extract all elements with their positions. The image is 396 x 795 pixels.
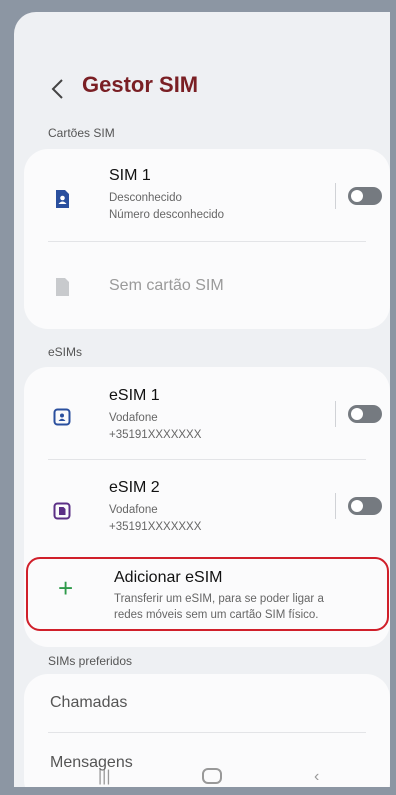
divider bbox=[48, 732, 366, 733]
recent-apps-icon[interactable]: ||| bbox=[98, 768, 110, 786]
esim-icon bbox=[53, 408, 71, 426]
esim2-number: +35191XXXXXXX bbox=[109, 521, 202, 533]
no-sim-row: Sem cartão SIM bbox=[24, 241, 390, 329]
sim-card-icon bbox=[56, 190, 69, 208]
section-label-preferred: SIMs preferidos bbox=[48, 654, 133, 668]
toggle-separator bbox=[335, 493, 336, 519]
sim1-toggle[interactable] bbox=[348, 187, 382, 205]
app-header: Gestor SIM bbox=[14, 70, 390, 110]
esim2-row[interactable]: eSIM 2 Vodafone +35191XXXXXXX bbox=[24, 459, 390, 551]
esim1-toggle[interactable] bbox=[348, 405, 382, 423]
toggle-separator bbox=[335, 183, 336, 209]
esim1-row[interactable]: eSIM 1 Vodafone +35191XXXXXXX bbox=[24, 367, 390, 459]
add-esim-button[interactable]: + Adicionar eSIM Transferir um eSIM, par… bbox=[26, 557, 389, 631]
add-esim-description-line1: Transferir um eSIM, para se poder ligar … bbox=[114, 593, 324, 605]
toggle-separator bbox=[335, 401, 336, 427]
sim1-row[interactable]: SIM 1 Desconhecido Número desconhecido bbox=[24, 149, 390, 241]
no-sim-label: Sem cartão SIM bbox=[109, 277, 224, 294]
esim2-carrier: Vodafone bbox=[109, 504, 158, 516]
add-esim-description-line2: redes móveis sem um cartão SIM físico. bbox=[114, 609, 319, 621]
sim-cards-card: SIM 1 Desconhecido Número desconhecido S… bbox=[24, 149, 390, 329]
calls-label: Chamadas bbox=[50, 694, 128, 711]
calls-row[interactable]: Chamadas bbox=[24, 674, 390, 734]
section-label-sim-cards: Cartões SIM bbox=[48, 126, 115, 140]
back-arrow-icon[interactable] bbox=[46, 74, 70, 104]
esim-icon bbox=[53, 502, 71, 520]
back-nav-icon[interactable]: ‹ bbox=[314, 768, 319, 786]
page-title: Gestor SIM bbox=[82, 72, 199, 97]
add-esim-title: Adicionar eSIM bbox=[114, 569, 223, 586]
sim1-title: SIM 1 bbox=[109, 167, 151, 184]
sim-card-disabled-icon bbox=[56, 278, 69, 296]
esim1-title: eSIM 1 bbox=[109, 387, 160, 404]
sim1-status: Desconhecido bbox=[109, 192, 182, 204]
plus-icon: + bbox=[58, 573, 74, 603]
esim1-number: +35191XXXXXXX bbox=[109, 429, 202, 441]
section-label-esims: eSIMs bbox=[48, 345, 83, 359]
phone-screen: Gestor SIM Cartões SIM SIM 1 Desconhecid… bbox=[14, 12, 390, 787]
sim1-number: Número desconhecido bbox=[109, 209, 225, 221]
esim2-title: eSIM 2 bbox=[109, 479, 160, 496]
esim2-toggle[interactable] bbox=[348, 497, 382, 515]
home-icon[interactable] bbox=[202, 768, 222, 784]
esim1-carrier: Vodafone bbox=[109, 412, 158, 424]
system-nav-bar: ||| ‹ bbox=[14, 768, 390, 787]
